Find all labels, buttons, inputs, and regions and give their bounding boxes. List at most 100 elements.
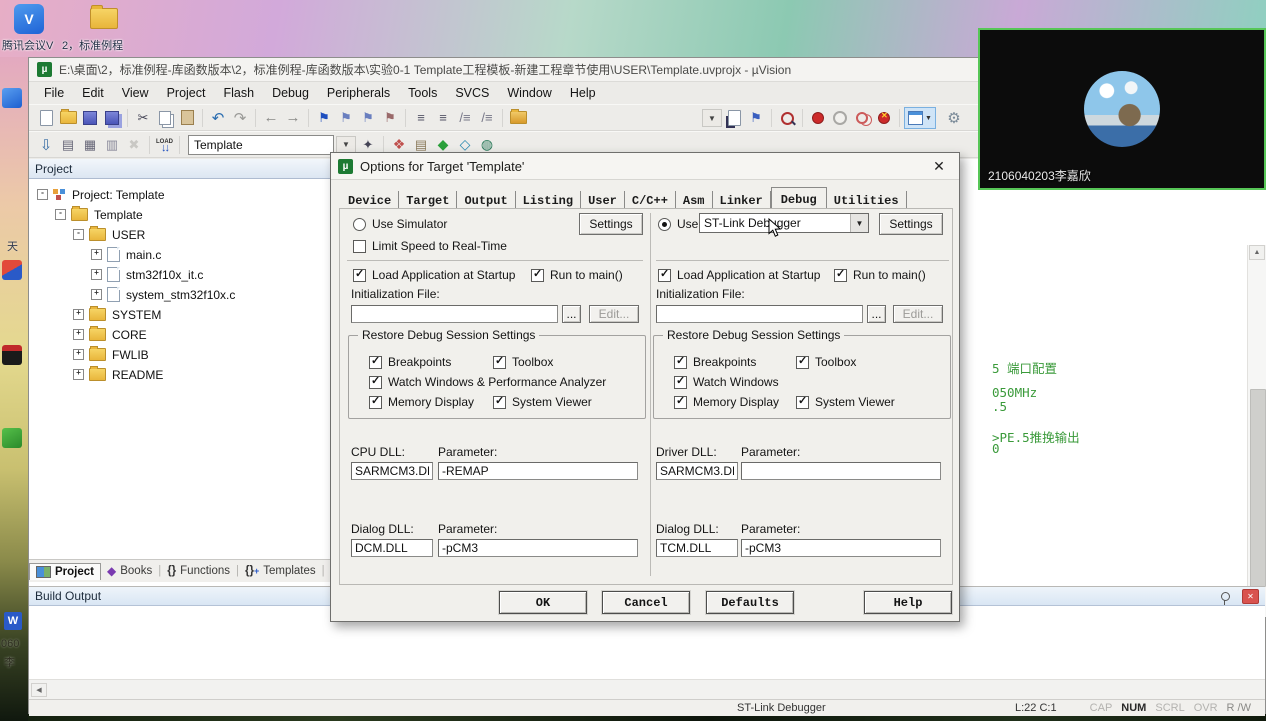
driver-parameter-input[interactable]: [741, 462, 941, 480]
combobox-dropdown-icon[interactable]: ▼: [850, 214, 868, 232]
find-in-files-icon[interactable]: [508, 108, 528, 128]
nav-forward-icon[interactable]: →: [283, 108, 303, 128]
new-file-icon[interactable]: [36, 108, 56, 128]
breakpoints-checkbox-right[interactable]: Breakpoints: [674, 354, 756, 369]
translate-icon[interactable]: ⇩: [36, 135, 56, 155]
toolbox-checkbox-right[interactable]: Toolbox: [796, 354, 856, 369]
init-file-input-right[interactable]: [656, 305, 863, 323]
use-simulator-radio[interactable]: Use Simulator: [353, 217, 447, 231]
limit-speed-checkbox[interactable]: Limit Speed to Real-Time: [353, 239, 507, 253]
desktop-shortcut-icon[interactable]: [2, 260, 22, 280]
memory-display-checkbox-left[interactable]: Memory Display: [369, 394, 474, 409]
menu-debug[interactable]: Debug: [263, 84, 318, 102]
system-viewer-checkbox-left[interactable]: System Viewer: [493, 394, 592, 409]
watch-windows-checkbox-left[interactable]: Watch Windows & Performance Analyzer: [369, 374, 606, 389]
ok-button[interactable]: OK: [499, 591, 587, 614]
configure-wrench-icon[interactable]: ⚙: [944, 108, 964, 128]
pin-icon[interactable]: [1221, 591, 1230, 605]
tab-functions[interactable]: {} Functions: [161, 563, 236, 579]
load-application-checkbox-right[interactable]: Load Application at Startup: [658, 267, 820, 282]
load-application-checkbox-left[interactable]: Load Application at Startup: [353, 267, 515, 282]
collapse-expander[interactable]: -: [55, 209, 66, 220]
bookmark-next-icon[interactable]: ⚑: [358, 108, 378, 128]
menu-flash[interactable]: Flash: [214, 84, 263, 102]
scroll-left-icon[interactable]: ◀: [31, 683, 47, 697]
init-file-input-left[interactable]: [351, 305, 558, 323]
file-search-icon[interactable]: [724, 108, 744, 128]
collapse-expander[interactable]: -: [37, 189, 48, 200]
tree-item-core-group[interactable]: + CORE: [73, 325, 147, 344]
expand-expander[interactable]: +: [91, 249, 102, 260]
target-select-combobox[interactable]: Template: [188, 134, 334, 155]
menu-project[interactable]: Project: [158, 84, 215, 102]
breakpoints-checkbox-left[interactable]: Breakpoints: [369, 354, 451, 369]
editor-vertical-scrollbar[interactable]: ▲ ▼: [1247, 245, 1266, 617]
run-to-main-checkbox-left[interactable]: Run to main(): [531, 267, 623, 282]
expand-expander[interactable]: +: [73, 369, 84, 380]
redo-icon[interactable]: ↷: [230, 108, 250, 128]
breakpoint-kill-all-icon[interactable]: [874, 108, 894, 128]
browse-button-right[interactable]: ...: [867, 305, 886, 323]
desktop-folder-icon[interactable]: [90, 5, 118, 29]
tree-item-template-target[interactable]: - Template: [55, 205, 143, 224]
tab-project[interactable]: Project: [29, 562, 101, 580]
desktop-shortcut-icon[interactable]: [2, 345, 22, 365]
nav-back-icon[interactable]: ←: [261, 108, 281, 128]
tree-item-fwlib-group[interactable]: + FWLIB: [73, 345, 149, 364]
dialog-dll-input-left[interactable]: [351, 539, 433, 557]
expand-expander[interactable]: +: [91, 289, 102, 300]
expand-expander[interactable]: +: [73, 329, 84, 340]
find-icon[interactable]: [777, 108, 797, 128]
desktop-shortcut-icon[interactable]: [2, 88, 22, 108]
tree-item-main-c[interactable]: + main.c: [91, 245, 161, 264]
tree-item-project-template[interactable]: - Project: Template: [37, 185, 165, 204]
tab-books[interactable]: ◆ Books: [101, 562, 158, 580]
tree-item-user-group[interactable]: - USER: [73, 225, 145, 244]
browse-button-left[interactable]: ...: [562, 305, 581, 323]
tencent-meeting-icon[interactable]: V: [14, 4, 44, 34]
dialog-parameter-input-left[interactable]: [438, 539, 638, 557]
menu-svcs[interactable]: SVCS: [446, 84, 498, 102]
breakpoint-disable-all-icon[interactable]: [852, 108, 872, 128]
save-icon[interactable]: [80, 108, 100, 128]
use-debugger-radio[interactable]: Use:: [658, 217, 702, 231]
dialog-close-icon[interactable]: ✕: [925, 157, 953, 175]
edit-button-right[interactable]: Edit...: [893, 305, 943, 323]
tab-templates[interactable]: {}+ Templates: [239, 563, 322, 579]
stop-build-icon[interactable]: ✖: [124, 135, 144, 155]
word-document-icon[interactable]: W: [4, 612, 22, 630]
simulator-settings-button[interactable]: Settings: [579, 213, 643, 235]
bookmark-clear-all-icon[interactable]: ⚑: [380, 108, 400, 128]
scroll-up-icon[interactable]: ▲: [1249, 245, 1265, 260]
rebuild-all-icon[interactable]: ▦: [80, 135, 100, 155]
cancel-button[interactable]: Cancel: [602, 591, 690, 614]
debugger-select-combobox[interactable]: ST-Link Debugger ▼: [699, 213, 869, 233]
dialog-dll-input-right[interactable]: [656, 539, 738, 557]
cpu-parameter-input[interactable]: [438, 462, 638, 480]
breakpoint-insert-icon[interactable]: [808, 108, 828, 128]
desktop-shortcut-icon[interactable]: [2, 428, 22, 448]
debugger-settings-button[interactable]: Settings: [879, 213, 943, 235]
tree-item-readme-group[interactable]: + README: [73, 365, 163, 384]
toolbox-checkbox-left[interactable]: Toolbox: [493, 354, 553, 369]
dialog-titlebar[interactable]: µ Options for Target 'Template': [331, 153, 959, 180]
tree-item-system-stm32f10x-c[interactable]: + system_stm32f10x.c: [91, 285, 235, 304]
tree-item-system-group[interactable]: + SYSTEM: [73, 305, 161, 324]
breakpoint-enable-icon[interactable]: [830, 108, 850, 128]
open-file-icon[interactable]: [58, 108, 78, 128]
target-dropdown-arrow-icon[interactable]: ▼: [336, 135, 356, 154]
undo-icon[interactable]: ↶: [208, 108, 228, 128]
build-output-horizontal-scrollbar[interactable]: ◀: [29, 679, 1265, 700]
download-icon[interactable]: LOAD ↓↓: [156, 139, 173, 154]
dialog-parameter-input-right[interactable]: [741, 539, 941, 557]
bookmark-prev-icon[interactable]: ⚑: [336, 108, 356, 128]
expand-expander[interactable]: +: [73, 309, 84, 320]
paste-icon[interactable]: [177, 108, 197, 128]
window-layout-icon[interactable]: ▼: [904, 107, 936, 129]
indent-right-icon[interactable]: ≡: [433, 108, 453, 128]
bookmark-toggle-icon[interactable]: ⚑: [314, 108, 334, 128]
expand-expander[interactable]: +: [91, 269, 102, 280]
uncomment-icon[interactable]: /≡: [477, 108, 497, 128]
run-to-main-checkbox-right[interactable]: Run to main(): [834, 267, 926, 282]
menu-view[interactable]: View: [113, 84, 158, 102]
